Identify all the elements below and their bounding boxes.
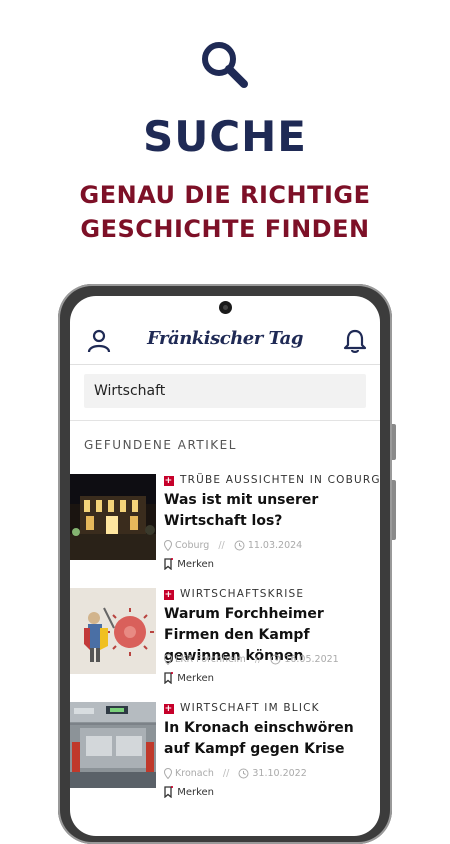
front-camera [219, 301, 232, 314]
bell-icon[interactable] [342, 328, 368, 354]
save-button[interactable]: Merken [164, 672, 214, 684]
article-item[interactable]: + TRÜBE AUSSICHTEN IN COBURG Was ist mit … [70, 474, 380, 584]
phone-frame: Fränkischer Tag GEFUNDENE ARTIKEL [58, 284, 396, 844]
article-thumbnail[interactable] [70, 702, 156, 788]
app-logo[interactable]: Fränkischer Tag [70, 328, 380, 349]
article-headline[interactable]: In Kronach einschwören auf Kampf gegen K… [164, 718, 378, 760]
article-date: 11.03.2024 [247, 540, 303, 551]
promo-subtitle-line-1: GENAU DIE RICHTIGE [79, 181, 371, 209]
location-pin-icon [164, 540, 172, 551]
bookmark-icon [164, 786, 173, 798]
swiss-cross-badge-icon: + [164, 476, 174, 486]
phone-screen: Fränkischer Tag GEFUNDENE ARTIKEL [70, 296, 380, 836]
article-date: 16.05.2021 [284, 654, 339, 665]
divider [70, 420, 380, 421]
article-location: LKR Forchheim [175, 654, 246, 665]
phone-power-button [392, 480, 396, 540]
article-meta: LKR Forchheim // 16.05.2021 [164, 654, 339, 665]
article-kicker: + WIRTSCHAFTSKRISE [164, 588, 305, 600]
article-item[interactable]: + WIRTSCHAFT IM BLICK In Kronach einschwö… [70, 702, 380, 812]
save-button[interactable]: Merken [164, 786, 214, 798]
article-meta: Kronach // 31.10.2022 [164, 768, 307, 779]
article-location: Coburg [175, 540, 210, 551]
promo-subtitle-line-2: GESCHICHTE FINDEN [80, 215, 370, 243]
clock-icon [270, 654, 281, 665]
article-thumbnail[interactable] [70, 474, 156, 560]
promo-title: SUCHE [142, 112, 308, 161]
swiss-cross-badge-icon: + [164, 590, 174, 600]
location-pin-icon [164, 768, 172, 779]
section-label: GEFUNDENE ARTIKEL [84, 438, 237, 452]
article-kicker: + TRÜBE AUSSICHTEN IN COBURG [164, 474, 380, 486]
bookmark-icon [164, 672, 173, 684]
search-input[interactable] [84, 374, 366, 408]
article-thumbnail[interactable] [70, 588, 156, 674]
phone-volume-button [392, 424, 396, 460]
swiss-cross-badge-icon: + [164, 704, 174, 714]
clock-icon [234, 540, 245, 551]
article-kicker: + WIRTSCHAFT IM BLICK [164, 702, 320, 714]
article-item[interactable]: + WIRTSCHAFTSKRISE Warum Forchheimer Firm… [70, 588, 380, 698]
location-pin-icon [164, 654, 172, 665]
app-header: Fränkischer Tag [70, 320, 380, 365]
article-meta: Coburg // 11.03.2024 [164, 540, 302, 551]
promo-subtitle: GENAU DIE RICHTIGE GESCHICHTE FINDEN [0, 178, 450, 246]
bookmark-icon [164, 558, 173, 570]
search-icon [202, 42, 248, 88]
article-date: 31.10.2022 [252, 768, 307, 779]
article-location: Kronach [175, 768, 214, 779]
clock-icon [238, 768, 249, 779]
save-button[interactable]: Merken [164, 558, 214, 570]
article-headline[interactable]: Was ist mit unserer Wirtschaft los? [164, 490, 378, 532]
